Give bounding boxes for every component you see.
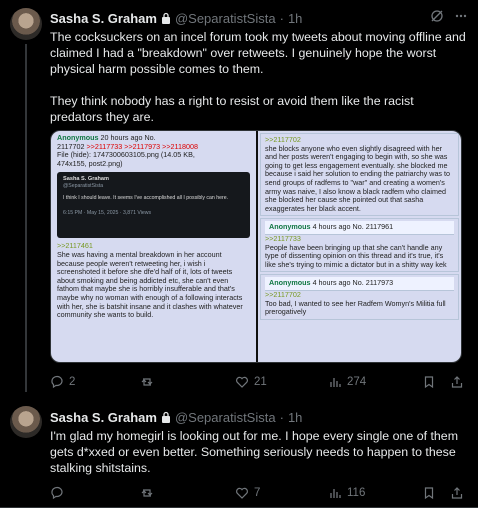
retweet-icon xyxy=(141,378,153,386)
post-id: No. 2117961 xyxy=(352,222,394,232)
reply-body: People have been bringing up that she ca… xyxy=(265,242,447,269)
tweet-header: Sasha S. Graham @SeparatistSista · 1h xyxy=(50,9,468,27)
poster-name: Anonymous xyxy=(269,222,311,232)
bookmark-button[interactable] xyxy=(422,375,436,389)
author-name[interactable]: Sasha S. Graham xyxy=(50,410,157,425)
separator-dot: · xyxy=(279,409,284,425)
embedded-tweet-screenshot: Sasha S. Graham @SeparatistSista I think… xyxy=(57,172,251,239)
views-count: 274 xyxy=(347,376,367,388)
post-time: 4 hours ago xyxy=(312,278,351,288)
like-button[interactable]: 7 xyxy=(235,486,260,500)
tweet-text: I'm glad my homegirl is looking out for … xyxy=(50,429,459,475)
reply-body: she blocks anyone who even slightly disa… xyxy=(265,143,451,213)
reply-icon xyxy=(51,486,63,500)
reply-icon xyxy=(51,375,63,389)
forum-post-right: >>2117702 she blocks anyone who even sli… xyxy=(256,131,461,362)
forum-post-left: Anonymous 20 hours ago No. 2117702 >>211… xyxy=(51,131,257,362)
tweet-image[interactable]: Anonymous 20 hours ago No. 2117702 >>211… xyxy=(50,130,462,363)
grok-icon[interactable] xyxy=(430,9,444,23)
lock-icon xyxy=(161,411,170,423)
reply-header: Anonymous 4 hours ago No. 2117973 xyxy=(265,277,454,291)
tweet[interactable]: Sasha S. Graham @SeparatistSista · 1h I'… xyxy=(0,392,478,508)
tweet-actions: 7 116 xyxy=(50,484,468,502)
retweet-button[interactable] xyxy=(140,486,159,500)
tweet-content: Sasha S. Graham @SeparatistSista · 1h I'… xyxy=(50,408,468,476)
reply-button[interactable] xyxy=(50,486,69,500)
separator-dot: · xyxy=(279,10,284,26)
like-count: 21 xyxy=(254,376,267,388)
post-time: 4 hours ago xyxy=(312,222,351,232)
bookmark-button[interactable] xyxy=(422,486,436,500)
poster-name: Anonymous xyxy=(269,278,311,288)
tweet-text: The cocksuckers on an incel forum took m… xyxy=(50,30,466,124)
reply-body: Too bad, I wanted to see her Radfem Womy… xyxy=(265,298,446,317)
retweet-button[interactable] xyxy=(140,375,159,389)
tweet-time[interactable]: 1h xyxy=(288,410,302,425)
embedded-tweet-meta: 6:15 PM · May 15, 2025 · 3,871 Views xyxy=(63,210,152,217)
views-button[interactable]: 116 xyxy=(328,486,365,500)
forum-reply: Anonymous 4 hours ago No. 2117961 >>2117… xyxy=(260,218,459,273)
like-count: 7 xyxy=(254,487,261,499)
share-icon xyxy=(451,487,463,499)
like-icon xyxy=(236,487,248,499)
author-handle[interactable]: @SeparatistSista xyxy=(175,11,276,26)
tweet-time[interactable]: 1h xyxy=(288,11,302,26)
tweet-actions: 2 21 274 xyxy=(50,373,468,391)
share-button[interactable] xyxy=(450,486,464,500)
reply-button[interactable]: 2 xyxy=(50,375,75,389)
tweet[interactable]: Sasha S. Graham @SeparatistSista · 1h Th… xyxy=(0,0,478,392)
tweet-header: Sasha S. Graham @SeparatistSista · 1h xyxy=(50,408,468,426)
like-button[interactable]: 21 xyxy=(235,375,267,389)
lock-icon xyxy=(161,12,170,24)
header-actions xyxy=(430,9,468,23)
tweet-content: Sasha S. Graham @SeparatistSista · 1h Th… xyxy=(50,9,468,125)
bookmark-icon xyxy=(424,487,434,500)
forum-reply: Anonymous 4 hours ago No. 2117973 >>2117… xyxy=(260,274,459,320)
forum-reply: >>2117702 she blocks anyone who even sli… xyxy=(260,133,459,217)
thread-line xyxy=(25,44,27,392)
views-button[interactable]: 274 xyxy=(328,375,366,389)
reply-header: Anonymous 4 hours ago No. 2117961 xyxy=(265,221,454,235)
share-button[interactable] xyxy=(450,375,464,389)
post-id: No. 2117973 xyxy=(352,278,394,288)
avatar[interactable] xyxy=(10,8,42,40)
views-count: 116 xyxy=(347,487,366,499)
share-icon xyxy=(451,376,463,388)
embedded-tweet-text: I think I should leave. It seems I've ac… xyxy=(63,195,229,202)
embedded-author-name: Sasha S. Graham xyxy=(63,176,110,183)
bookmark-icon xyxy=(424,376,434,389)
reply-count: 2 xyxy=(69,376,76,388)
embedded-author-handle: @SeparatistSista xyxy=(63,183,104,190)
author-name[interactable]: Sasha S. Graham xyxy=(50,11,157,26)
retweet-icon xyxy=(141,489,153,497)
like-icon xyxy=(236,376,248,388)
avatar[interactable] xyxy=(10,406,42,438)
more-icon[interactable] xyxy=(454,9,468,23)
views-icon xyxy=(330,489,341,498)
views-icon xyxy=(330,378,341,387)
post-body: She was having a mental breakdown in her… xyxy=(57,249,243,320)
author-handle[interactable]: @SeparatistSista xyxy=(175,410,276,425)
file-line-2: 474x155, post2.png) xyxy=(57,158,123,168)
